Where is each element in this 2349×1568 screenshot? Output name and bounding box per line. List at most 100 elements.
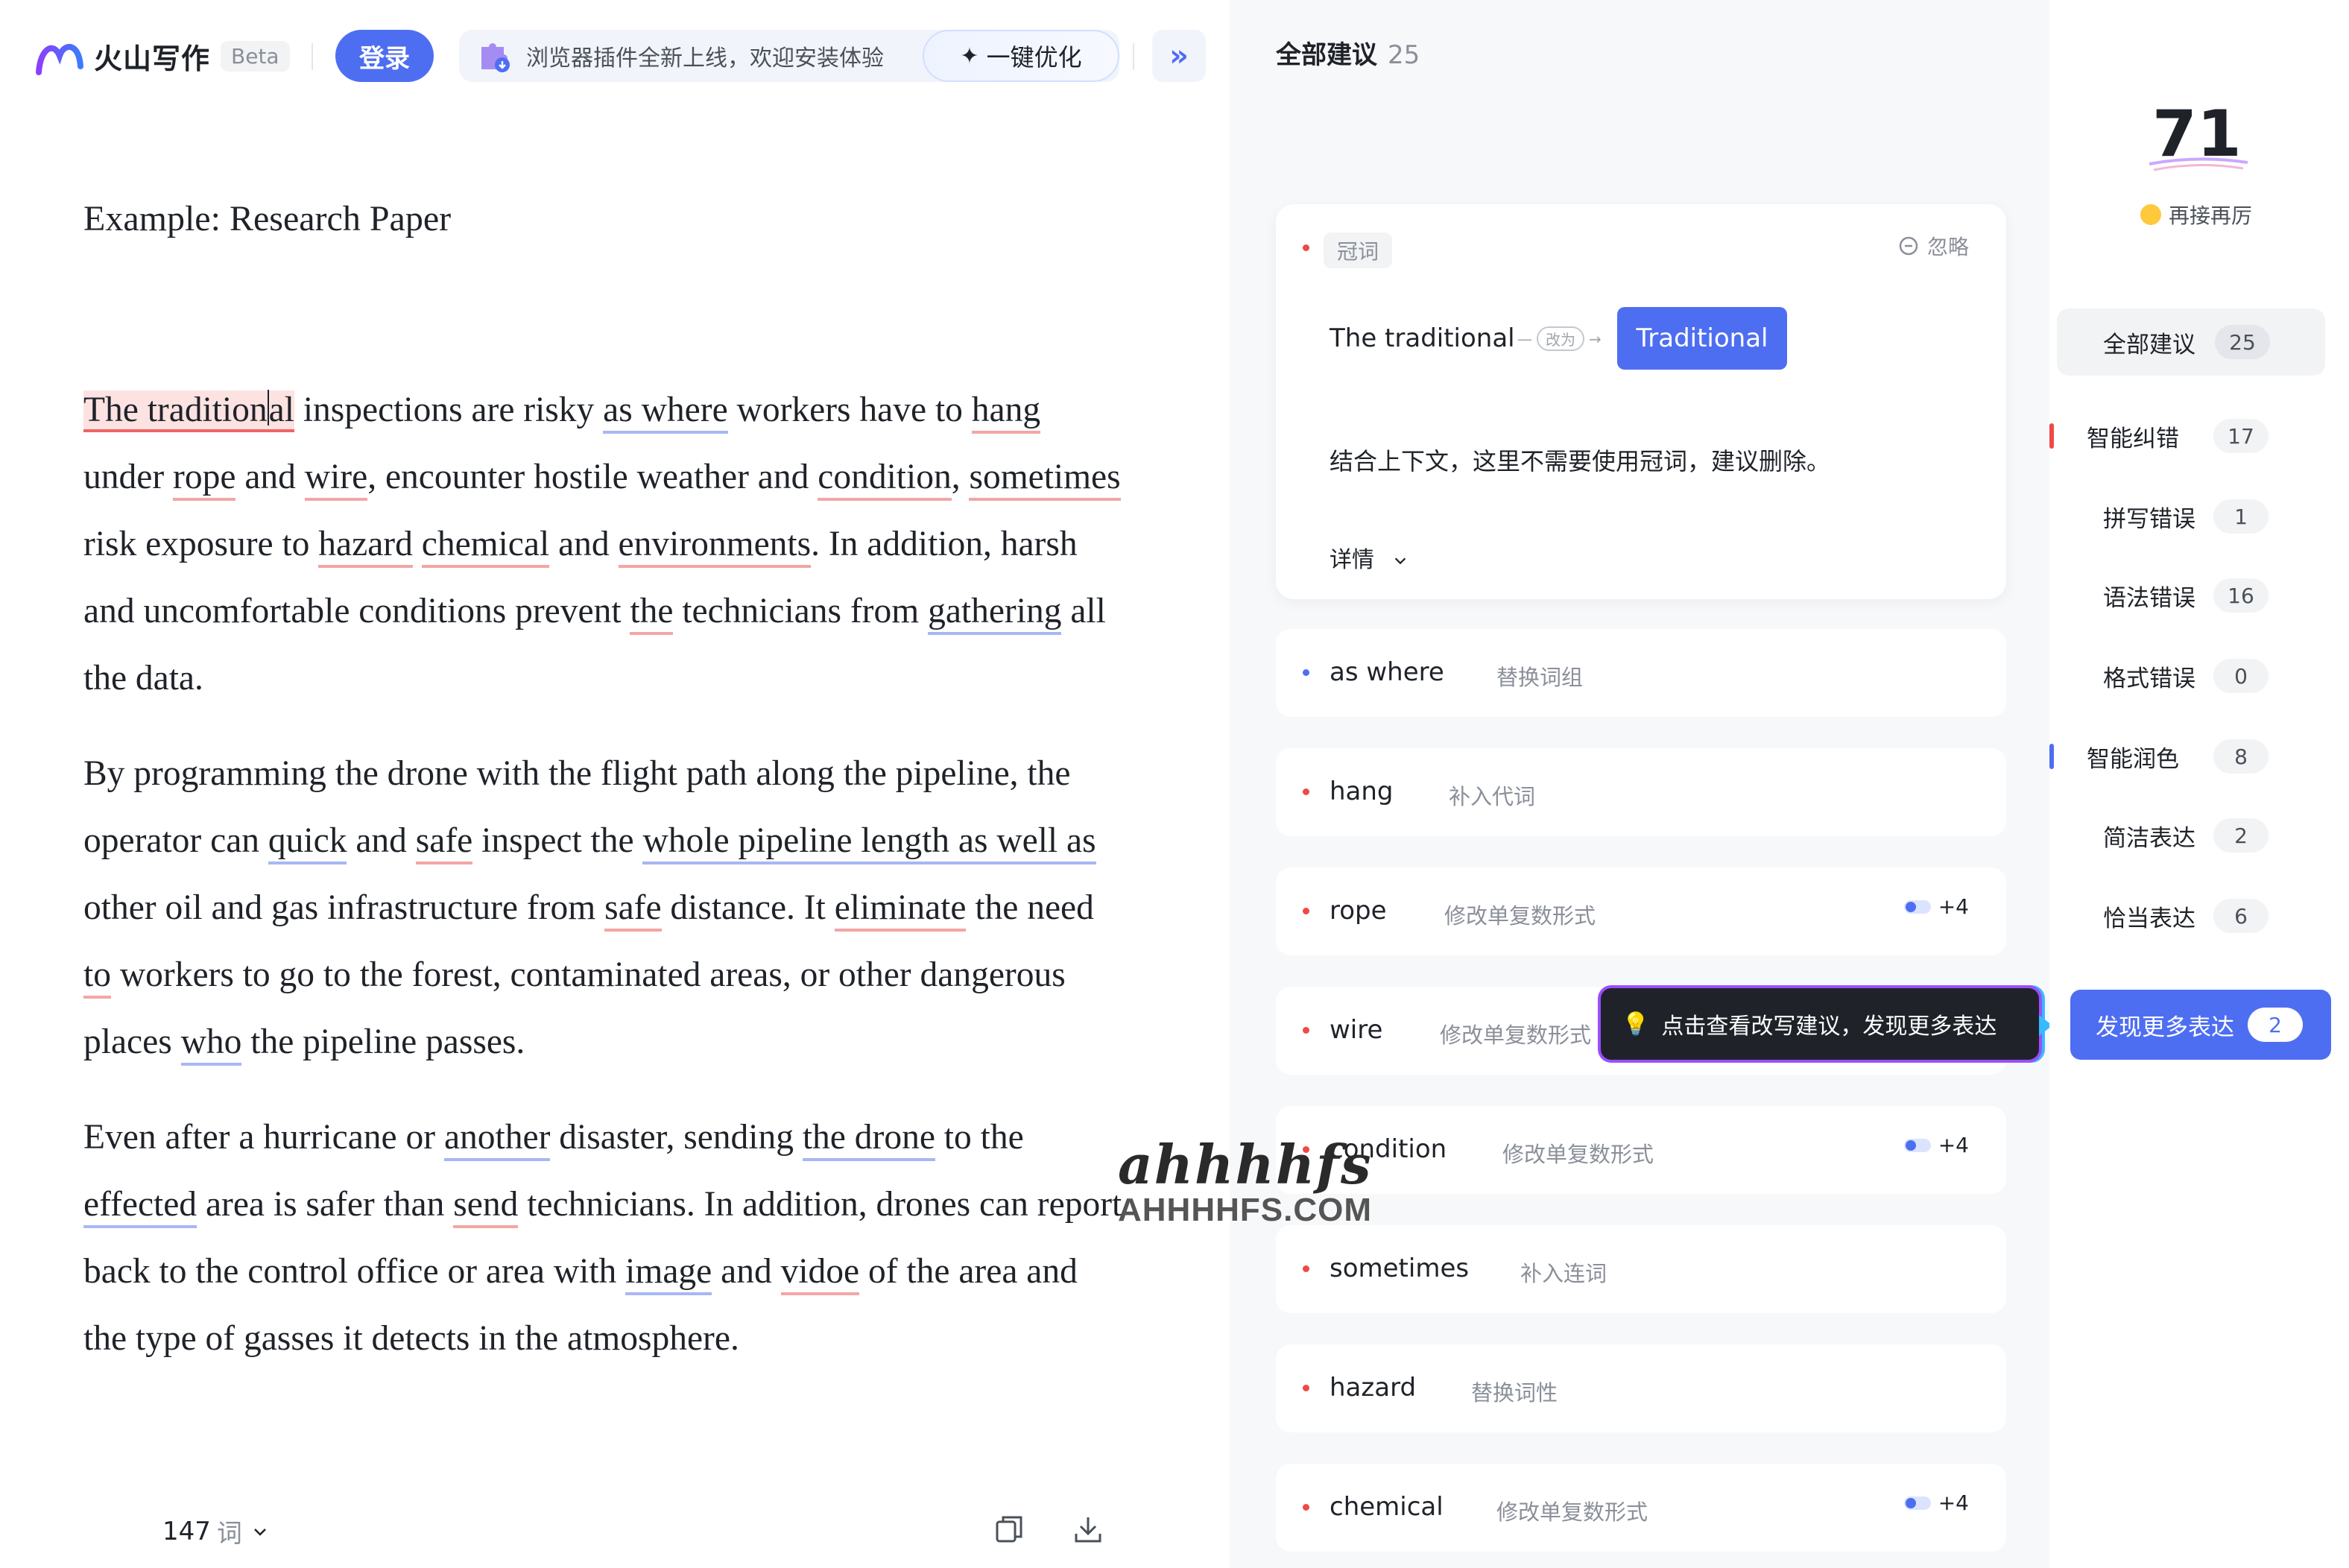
ignore-button[interactable]: 忽略 [1897,231,1969,261]
flagged-word[interactable]: condition [818,458,952,501]
category-marker [2049,744,2054,769]
minus-circle-icon [1899,236,1918,256]
flagged-word[interactable]: gathering [928,592,1062,635]
error-dot [1303,908,1309,914]
suggestion-word: sometimes [1330,1254,1470,1283]
suggestion-word: as where [1330,657,1444,687]
login-button[interactable]: 登录 [335,30,434,82]
details-toggle[interactable]: 详情 [1330,541,1409,574]
paragraph-1[interactable]: The traditional inspections are risky as… [83,376,1127,712]
flagged-word[interactable]: rope [173,458,236,501]
paragraph-3[interactable]: Even after a hurricane or another disast… [83,1104,1127,1372]
plugin-banner[interactable]: 浏览器插件全新上线，欢迎安装体验 ✦ 一键优化 [459,30,1119,82]
highlighted-error[interactable]: The traditional [83,390,294,432]
editor-pane: 火山写作 Beta 登录 浏览器插件全新上线，欢迎安装体验 ✦ 一键优化 » E… [0,0,1230,1568]
nav-smart-correction[interactable]: 智能纠错 17 [2049,402,2318,470]
score-panel: 71 再接再厉 全部建议 25 智能纠错 17 拼写错误 1 语法错误 16 格… [2049,0,2349,1568]
active-suggestion-card[interactable]: 冠词 忽略 The traditional — 改为 → Traditional 结… [1276,204,2006,599]
error-dot [1303,1504,1309,1511]
discover-tooltip[interactable]: 💡 点击查看改写建议，发现更多表达 [1601,988,2052,1060]
one-click-optimize-button[interactable]: ✦ 一键优化 [923,30,1119,82]
flagged-word[interactable]: the drone [802,1118,935,1161]
copy-icon[interactable] [993,1513,1025,1546]
download-icon[interactable] [1072,1513,1104,1546]
paragraph-2[interactable]: By programming the drone with the flight… [83,740,1127,1075]
flagged-word[interactable]: quick [268,821,347,864]
apply-replacement-button[interactable]: Traditional [1617,307,1787,370]
suggestion-item[interactable]: hang 补入代词 [1276,748,2006,836]
nav-concise-expression[interactable]: 简洁表达 2 [2049,802,2318,869]
banner-text: 浏览器插件全新上线，欢迎安装体验 [526,45,884,72]
category-marker [2049,423,2054,449]
suggestion-item[interactable]: hazard 替换词性 [1276,1344,2006,1432]
word-unit: 词 [216,1519,242,1549]
suggestion-word: hazard [1330,1373,1417,1403]
flagged-word[interactable]: send [453,1185,519,1228]
nav-format-errors[interactable]: 格式错误 0 [2049,642,2318,709]
suggestion-word: chemical [1330,1492,1444,1522]
error-dot [1303,1027,1309,1034]
nav-grammar-errors[interactable]: 语法错误 16 [2049,562,2318,629]
suggestion-item[interactable]: condition 修改单复数形式 +4 [1276,1106,2006,1194]
word-count: 147 [162,1516,211,1546]
toggle-icon [1903,900,1931,914]
flagged-word[interactable]: vidoe [780,1252,860,1295]
flagged-word[interactable]: effected [83,1185,197,1228]
document-title[interactable]: Example: Research Paper [83,198,451,239]
suggestion-item[interactable]: chemical 修改单复数形式 +4 [1276,1464,2006,1552]
suggestion-type: 修改单复数形式 [1444,903,1596,929]
flagged-word[interactable]: safe [415,821,473,864]
watermark: ahhhhfs AHHHHFS.COM [1118,1133,1373,1228]
divider [1133,43,1134,70]
flagged-word[interactable]: sometimes [969,458,1121,501]
discover-more-button[interactable]: 发现更多表达 2 [2070,990,2331,1060]
toggle-icon [1903,1496,1931,1510]
more-suggestions-badge[interactable]: +4 [1903,1133,1969,1157]
flagged-word[interactable]: as where [603,391,728,434]
polish-dot [1303,669,1309,676]
toggle-icon [1903,1138,1931,1152]
flagged-word[interactable]: hazard [318,525,413,568]
more-suggestions-badge[interactable]: +4 [1903,894,1969,919]
chevron-down-icon [254,1528,266,1536]
word-count-selector[interactable]: 147 词 [162,1513,269,1549]
suggestion-type: 补入代词 [1449,784,1536,809]
flagged-word[interactable]: safe [604,888,662,932]
score-swoosh-icon [2149,157,2248,171]
suggestion-type: 修改单复数形式 [1440,1022,1592,1048]
app-name: 火山写作 [94,42,211,75]
flagged-word[interactable]: whole pipeline length as well as [642,821,1096,864]
chevron-down-icon [1394,557,1406,565]
flagged-word[interactable]: image [625,1252,712,1295]
double-chevron-right-icon[interactable]: » [1152,30,1206,82]
more-suggestions-badge[interactable]: +4 [1903,1490,1969,1515]
lightbulb-icon: 💡 [1622,1011,1650,1037]
error-dot [1303,788,1309,795]
score-label: 再接再厉 [2140,200,2252,230]
puzzle-plugin-icon [481,43,510,72]
suggestion-item[interactable]: rope 修改单复数形式 +4 [1276,867,2006,955]
suggestion-tag: 冠词 [1324,233,1393,268]
flagged-word[interactable]: the [630,592,674,635]
flagged-word[interactable]: environments [618,525,812,568]
flagged-word[interactable]: wire [304,458,368,501]
document-body[interactable]: The traditional inspections are risky as… [83,376,1127,1400]
flagged-word[interactable]: eliminate [834,888,967,932]
flagged-word[interactable]: chemical [421,525,550,568]
nav-all-suggestions[interactable]: 全部建议 25 [2057,309,2325,376]
suggestion-word: hang [1330,777,1394,806]
suggestion-item[interactable]: as where 替换词组 [1276,629,2006,717]
nav-smart-polish[interactable]: 智能润色 8 [2049,723,2318,790]
flagged-word[interactable]: who [180,1022,242,1066]
optimize-label: 一键优化 [986,43,1082,72]
flagged-word[interactable]: hang [971,391,1041,434]
suggestion-item[interactable]: sometimes 补入连词 [1276,1225,2006,1313]
suggestions-header: 全部建议 25 [1276,40,1420,70]
flagged-word[interactable]: to [83,955,111,999]
nav-spelling-errors[interactable]: 拼写错误 1 [2049,483,2318,550]
flagged-word[interactable]: another [443,1118,551,1161]
app-logo[interactable]: 火山写作 Beta [34,30,290,82]
change-arrow: — 改为 → [1517,326,1602,351]
suggestions-count: 25 [1388,40,1420,70]
nav-appropriate-expression[interactable]: 恰当表达 6 [2049,882,2318,949]
